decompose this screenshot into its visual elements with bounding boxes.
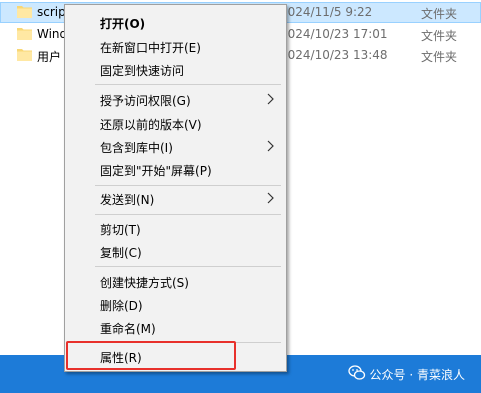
menu-item-label: 在新窗口中打开(E) [100, 41, 201, 55]
folder-icon [17, 28, 32, 40]
menu-item-delete[interactable]: 删除(D) [66, 293, 285, 316]
menu-item-label: 还原以前的版本(V) [100, 118, 202, 132]
menu-item-label: 创建快捷方式(S) [100, 276, 189, 290]
menu-item-label: 删除(D) [100, 299, 143, 313]
file-type: 文件夹 [421, 29, 458, 43]
menu-item-restore-versions[interactable]: 还原以前的版本(V) [66, 112, 285, 135]
menu-item-label: 包含到库中(I) [100, 141, 173, 155]
watermark-text: 公众号 · 青菜浪人 [369, 368, 465, 382]
menu-item-label: 重命名(M) [100, 322, 156, 336]
menu-item-pin-quick-access[interactable]: 固定到快速访问 [66, 58, 285, 81]
menu-item-label: 打开(O) [100, 17, 146, 31]
folder-icon [17, 6, 32, 18]
chevron-right-icon [267, 93, 274, 105]
file-date: 2024/10/23 17:01 [280, 27, 388, 41]
file-name: Wind [37, 27, 68, 41]
menu-item-label: 固定到快速访问 [100, 64, 185, 78]
file-name: 用户 [37, 50, 62, 64]
menu-item-label: 复制(C) [100, 246, 142, 260]
menu-separator [95, 266, 281, 267]
menu-item-pin-start[interactable]: 固定到"开始"屏幕(P) [66, 158, 285, 181]
chevron-right-icon [267, 140, 274, 152]
menu-item-rename[interactable]: 重命名(M) [66, 316, 285, 339]
menu-item-open-new-window[interactable]: 在新窗口中打开(E) [66, 35, 285, 58]
menu-item-label: 发送到(N) [100, 193, 155, 207]
file-type: 文件夹 [421, 50, 458, 64]
menu-item-label: 授予访问权限(G) [100, 94, 191, 108]
file-date: 2024/10/23 13:48 [280, 48, 388, 62]
menu-item-cut[interactable]: 剪切(T) [66, 217, 285, 240]
menu-item-label: 固定到"开始"屏幕(P) [100, 164, 212, 178]
file-type: 文件夹 [421, 7, 458, 21]
file-name: scrip [37, 5, 66, 19]
watermark: 公众号 · 青菜浪人 [347, 365, 465, 383]
menu-item-open[interactable]: 打开(O) [66, 11, 285, 34]
menu-separator [95, 185, 281, 186]
file-date: 2024/11/5 9:22 [280, 5, 373, 19]
menu-item-grant-access[interactable]: 授予访问权限(G) [66, 88, 285, 111]
menu-separator [95, 84, 281, 85]
wechat-icon [347, 365, 365, 380]
highlight-box [66, 341, 236, 370]
context-menu: 打开(O) 在新窗口中打开(E) 固定到快速访问 授予访问权限(G) 还原以前的… [64, 4, 287, 372]
folder-icon [17, 49, 32, 61]
menu-item-label: 剪切(T) [100, 223, 141, 237]
menu-item-send-to[interactable]: 发送到(N) [66, 187, 285, 210]
menu-separator [95, 214, 281, 215]
chevron-right-icon [267, 192, 274, 204]
menu-item-create-shortcut[interactable]: 创建快捷方式(S) [66, 270, 285, 293]
menu-item-copy[interactable]: 复制(C) [66, 240, 285, 263]
menu-item-include-library[interactable]: 包含到库中(I) [66, 135, 285, 158]
